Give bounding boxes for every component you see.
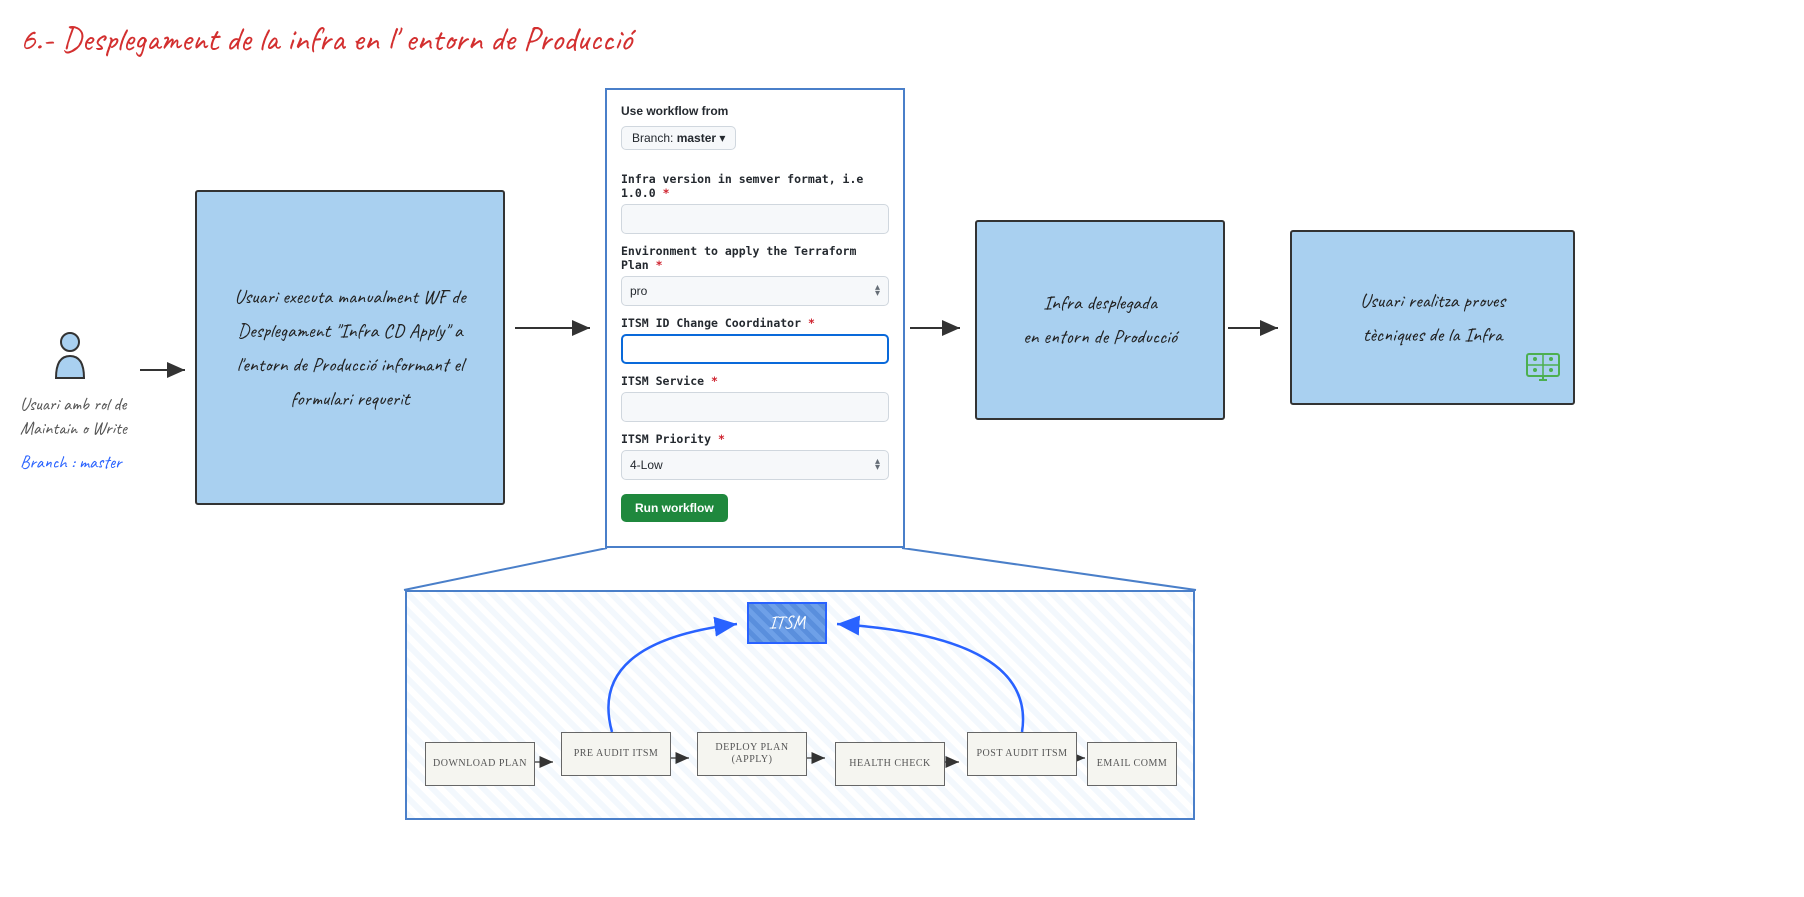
branch-select[interactable]: Branch: master ▾: [621, 126, 736, 150]
user-role-label: Usuari amb rol de Maintain o Write: [20, 393, 150, 442]
env-label: Environment to apply the Terraform Plan …: [621, 244, 889, 272]
itsm-priority-label: ITSM Priority *: [621, 432, 889, 446]
arrow: [807, 750, 833, 766]
arrow: [910, 318, 970, 338]
run-workflow-button[interactable]: Run workflow: [621, 494, 728, 522]
itsm-service-label: ITSM Service *: [621, 374, 889, 388]
arrow-to-itsm: [557, 612, 757, 742]
user-icon: [50, 330, 150, 385]
itsm-priority-select[interactable]: 4-Low ▴▾: [621, 450, 889, 480]
select-arrows-icon: ▴▾: [875, 459, 880, 471]
user-block: Usuari amb rol de Maintain o Write Branc…: [20, 330, 150, 474]
diagram-title: 6.- Desplegament de la infra en l' entor…: [20, 18, 632, 61]
env-select[interactable]: pro ▴▾: [621, 276, 889, 306]
pipeline-step: EMAIL COMM: [1087, 742, 1177, 786]
step-box-user-tests: Usuari realitza provestècniques de la In…: [1290, 230, 1575, 405]
connector-to-pipeline: [402, 548, 1198, 592]
arrow: [535, 754, 561, 770]
infra-version-label: Infra version in semver format, i.e 1.0.…: [621, 172, 889, 200]
caret-down-icon: ▾: [719, 131, 725, 145]
arrow: [671, 750, 697, 766]
user-branch-label: Branch : master: [20, 452, 150, 474]
arrow-from-itsm: [827, 612, 1047, 742]
select-arrows-icon: ▴▾: [875, 285, 880, 297]
itsm-service-input[interactable]: [621, 392, 889, 422]
pipeline-step: HEALTH CHECK: [835, 742, 945, 786]
infra-version-input[interactable]: [621, 204, 889, 234]
itsm-id-label: ITSM ID Change Coordinator *: [621, 316, 889, 330]
step-box-execute-wf: Usuari executa manualment WF de Desplega…: [195, 190, 505, 505]
itsm-box: ITSM: [747, 602, 827, 644]
workflow-form: Use workflow from Branch: master ▾ Infra…: [605, 88, 905, 548]
form-heading: Use workflow from: [621, 104, 889, 118]
arrow: [515, 318, 600, 338]
arrow: [1228, 318, 1288, 338]
pipeline-step: DOWNLOAD PLAN: [425, 742, 535, 786]
pipeline-panel: ITSM DOWNLOAD PLAN PRE AUDIT ITSM DEPLOY…: [405, 590, 1195, 820]
itsm-id-input[interactable]: [621, 334, 889, 364]
arrow: [1077, 750, 1091, 766]
team-icon: [1525, 352, 1561, 393]
arrow: [945, 754, 967, 770]
step-box-infra-deployed: Infra desplegadaen entorn de Producció: [975, 220, 1225, 420]
